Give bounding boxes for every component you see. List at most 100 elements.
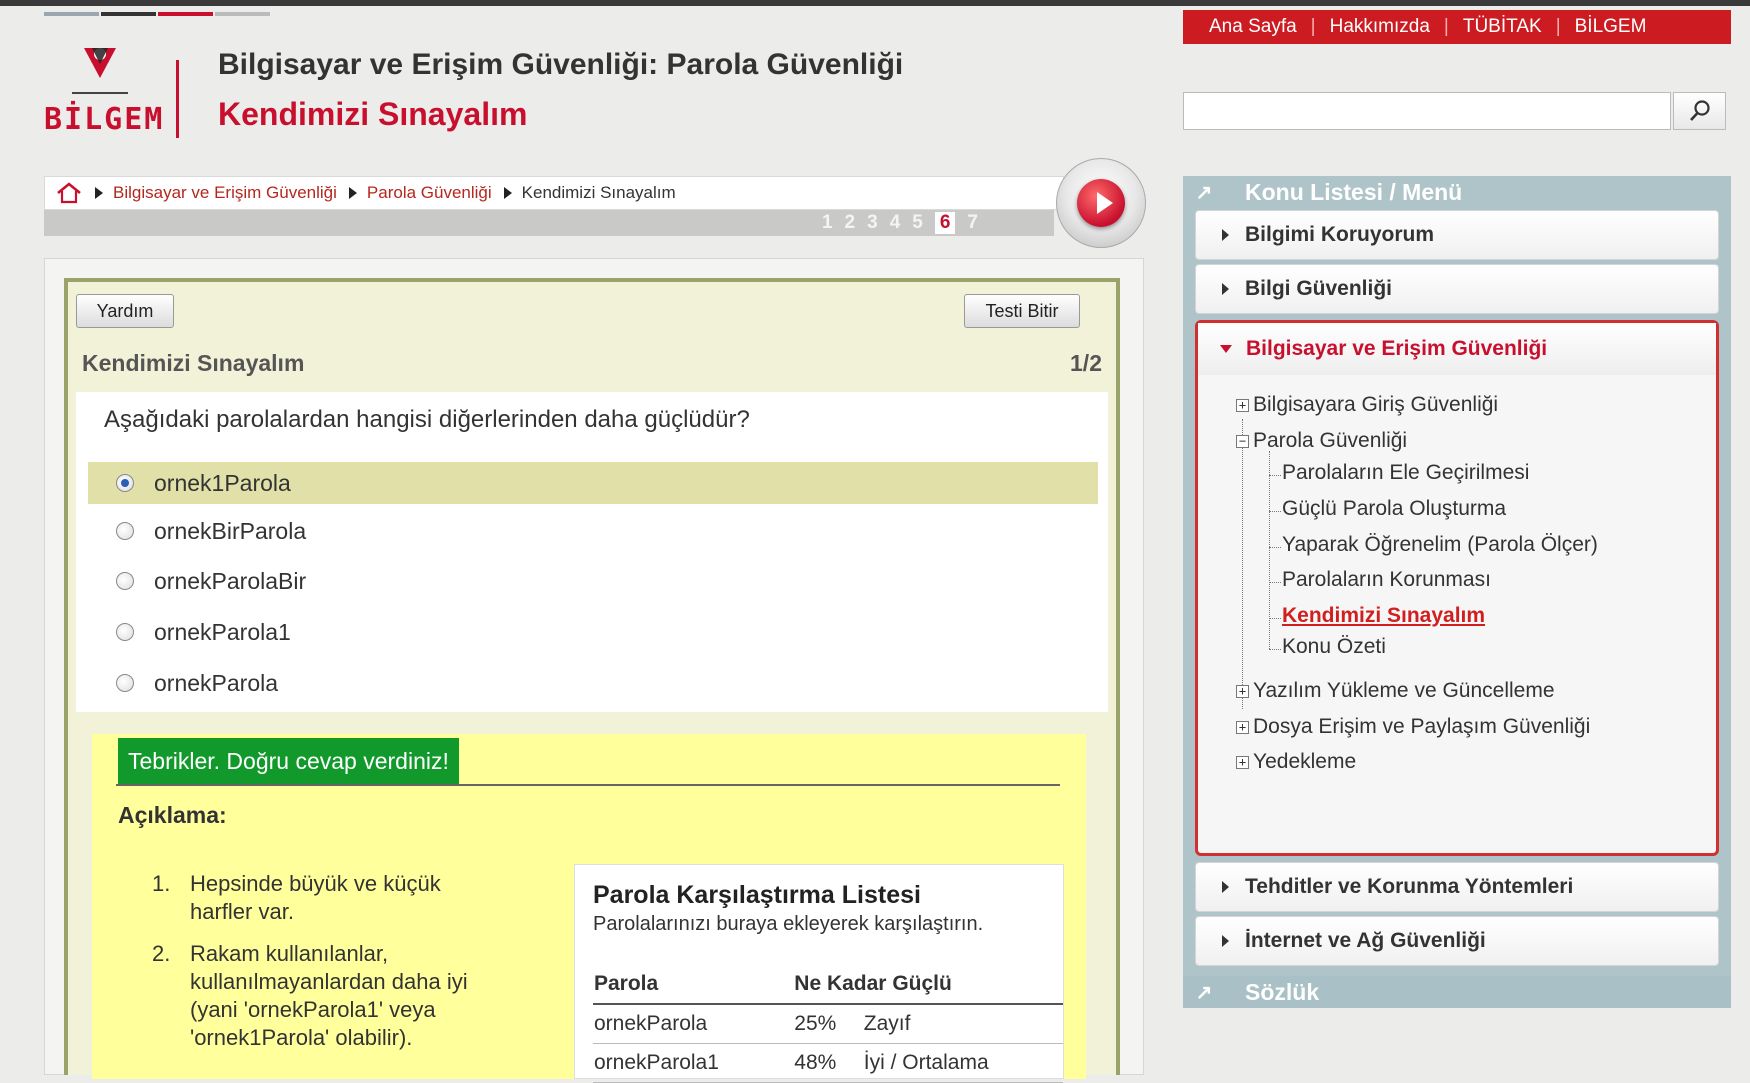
menu-item[interactable]: Tehditler ve Korunma Yöntemleri [1195,862,1719,912]
home-icon[interactable] [55,181,83,205]
play-button[interactable] [1056,158,1146,248]
tree-link[interactable]: Güçlü Parola Oluşturma [1282,497,1506,521]
menu-item-label: Tehditler ve Korunma Yöntemleri [1245,875,1574,898]
tree-child-active[interactable]: Kendimizi Sınayalım [1282,604,1485,628]
tree-link[interactable]: Yaparak Öğrenelim (Parola Ölçer) [1282,533,1598,557]
tree-link-active[interactable]: Kendimizi Sınayalım [1282,604,1485,628]
quiz-header: Kendimizi Sınayalım 1/2 [68,342,1116,384]
radio[interactable] [116,623,134,641]
menu-item-open: Bilgisayar ve Erişim Güvenliği + Bilgisa… [1195,320,1719,856]
expand-arrow-icon: ↗ [1195,981,1213,1004]
tree-label: Dosya Erişim ve Paylaşım Güvenliği [1253,715,1591,738]
bilgem-logo[interactable]: BİLGEM [44,42,162,142]
option-label: ornekParola1 [154,618,291,645]
tree-link[interactable]: Konu Özeti [1282,635,1386,659]
expand-plus-icon[interactable]: + [1236,755,1249,769]
page-subtitle: Kendimizi Sınayalım [218,96,528,132]
answer-option[interactable]: ornekParolaBir [88,560,1098,602]
table-row: ornekParola1 48% İyi / Ortalama [593,1043,1063,1083]
page-link[interactable]: 2 [845,212,856,234]
tree-node[interactable]: + Dosya Erişim ve Paylaşım Güvenliği [1236,715,1590,739]
collapse-minus-icon[interactable]: − [1236,434,1249,448]
compare-subtitle: Parolalarınızı buraya ekleyerek karşılaş… [593,913,984,935]
question-box: Aşağıdaki parolalardan hangisi diğerleri… [76,392,1108,712]
tree-link[interactable]: Parolaların Korunması [1282,568,1491,592]
radio-selected[interactable] [116,474,134,492]
tree-link[interactable]: Parolaların Ele Geçirilmesi [1282,461,1529,485]
question-text: Aşağıdaki parolalardan hangisi diğerleri… [104,406,750,433]
tree-node[interactable]: + Yazılım Yükleme ve Güncelleme [1236,679,1555,703]
breadcrumb-arrow-icon [503,187,512,199]
nav-hakkimizda[interactable]: Hakkımızda [1330,16,1430,38]
nav-separator: | [1310,16,1316,37]
nav-ana-sayfa[interactable]: Ana Sayfa [1209,16,1297,38]
page-link[interactable]: 7 [967,212,978,234]
sidebar-header[interactable]: ↗ Konu Listesi / Menü [1183,176,1731,208]
explanation-list: 1. Hepsinde büyük ve küçük harfler var. 2… [152,870,502,1066]
menu-item-label: İnternet ve Ağ Güvenliği [1245,929,1486,952]
strength-cell: Zayıf [862,1004,1063,1044]
correct-feedback: Tebrikler. Doğru cevap verdiniz! [118,738,459,784]
radio[interactable] [116,674,134,692]
tree-line [1242,419,1243,709]
breadcrumb-item[interactable]: Parola Güvenliği [367,183,492,203]
nav-bilgem[interactable]: BİLGEM [1575,16,1647,38]
page-link[interactable]: 4 [890,212,901,234]
strength-cell: İyi / Ortalama [862,1043,1063,1083]
expand-plus-icon[interactable]: + [1236,720,1249,734]
nav-tubitak[interactable]: TÜBİTAK [1463,16,1542,38]
tree-branch [1269,649,1281,650]
tree-child[interactable]: Yaparak Öğrenelim (Parola Ölçer) [1282,533,1598,557]
feedback-area: Tebrikler. Doğru cevap verdiniz! Açıklam… [92,734,1086,1083]
answer-option[interactable]: ornekParola1 [88,611,1098,653]
compare-title: Parola Karşılaştırma Listesi [593,881,921,909]
tree-node[interactable]: + Yedekleme [1236,750,1356,774]
option-label: ornekParolaBir [154,567,307,594]
search-button[interactable] [1673,92,1726,130]
breadcrumb-arrow-icon [348,187,357,199]
breadcrumb-item[interactable]: Bilgisayar ve Erişim Güvenliği [113,183,337,203]
caret-right-icon [1222,935,1229,947]
help-button[interactable]: Yardım [76,294,174,328]
menu-item-open-header[interactable]: Bilgisayar ve Erişim Güvenliği [1198,323,1716,375]
tree-child[interactable]: Parolaların Korunması [1282,568,1491,592]
page-link-active[interactable]: 6 [934,212,956,234]
answer-option[interactable]: ornek1Parola [88,462,1098,504]
page-link[interactable]: 5 [912,212,923,234]
tree-child[interactable]: Konu Özeti [1282,635,1386,659]
quiz-panel: Yardım Testi Bitir Kendimizi Sınayalım 1… [64,278,1120,1083]
expand-plus-icon[interactable]: + [1236,398,1249,412]
tree-child[interactable]: Parolaların Ele Geçirilmesi [1282,461,1529,485]
tree-node[interactable]: − Parola Güvenliği [1236,429,1407,453]
page-link[interactable]: 3 [867,212,878,234]
radio[interactable] [116,522,134,540]
page-link[interactable]: 1 [822,212,833,234]
menu-item[interactable]: Bilgimi Koruyorum [1195,210,1719,260]
caret-right-icon [1222,283,1229,295]
expand-arrow-icon: ↗ [1195,181,1213,204]
caret-right-icon [1222,881,1229,893]
tubitak-emblem-icon [84,48,116,78]
expand-plus-icon[interactable]: + [1236,684,1249,698]
explanation-item: 2. Rakam kullanılanlar, kullanılmayanlard… [152,940,502,1052]
search-input[interactable] [1183,92,1671,130]
finish-test-button[interactable]: Testi Bitir [964,294,1080,328]
menu-item-label: Bilgisayar ve Erişim Güvenliği [1246,337,1548,360]
radio[interactable] [116,572,134,590]
tree-branch [1269,618,1281,619]
column-header: Ne Kadar Güçlü [793,965,1063,1005]
percent-cell: 25% [793,1004,863,1044]
tree-child[interactable]: Güçlü Parola Oluşturma [1282,497,1506,521]
explanation-text: Rakam kullanılanlar, kullanılmayanlardan… [190,941,468,1050]
tree-branch [1269,475,1281,476]
menu-item[interactable]: İnternet ve Ağ Güvenliği [1195,916,1719,966]
breadcrumb-current: Kendimizi Sınayalım [521,183,676,202]
tree-node[interactable]: + Bilgisayara Giriş Güvenliği [1236,393,1498,417]
header-divider [176,60,179,138]
answer-option[interactable]: ornekBirParola [88,510,1098,552]
answer-option[interactable]: ornekParola [88,662,1098,704]
tree-label: Bilgisayara Giriş Güvenliği [1253,393,1499,416]
menu-item[interactable]: Bilgi Güvenliği [1195,264,1719,314]
glossary-header[interactable]: ↗ Sözlük [1183,976,1731,1008]
caret-down-icon [1220,345,1232,353]
